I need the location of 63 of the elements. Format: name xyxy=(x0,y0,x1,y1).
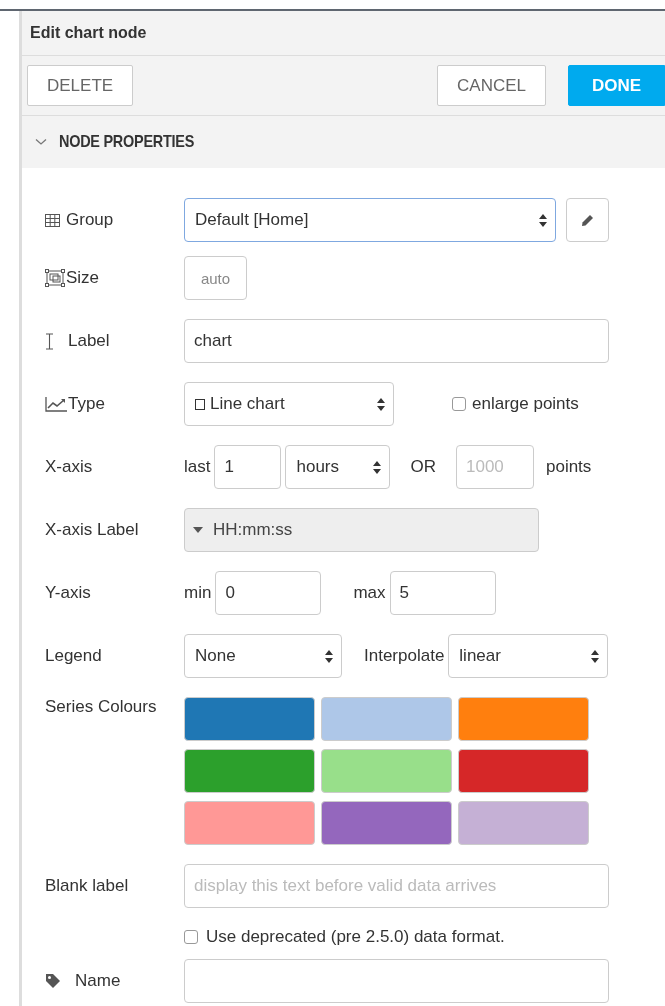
checkbox[interactable] xyxy=(452,397,466,411)
label-input[interactable]: chart xyxy=(184,319,609,363)
square-icon xyxy=(195,398,205,410)
field-label: Group xyxy=(66,210,114,230)
up-down-arrows-icon xyxy=(373,460,382,474)
colour-swatch[interactable] xyxy=(321,749,452,793)
max-input[interactable]: 5 xyxy=(389,571,496,615)
points-input[interactable]: 1000 xyxy=(455,445,534,489)
field-label: Series Colours xyxy=(45,697,157,717)
field-label: Legend xyxy=(45,646,102,666)
field-label: Label xyxy=(68,331,110,351)
checkbox-label: enlarge points xyxy=(472,394,579,414)
checkbox[interactable] xyxy=(184,930,198,944)
min-input[interactable]: 0 xyxy=(215,571,322,615)
field-label: max xyxy=(353,583,386,603)
colour-swatch[interactable] xyxy=(184,801,315,845)
up-down-arrows-icon xyxy=(377,397,385,411)
name-input[interactable] xyxy=(184,959,609,1003)
interpolate-select[interactable]: linear xyxy=(448,634,609,678)
colour-swatch[interactable] xyxy=(458,697,589,741)
tag-icon xyxy=(45,973,61,989)
dialog-title: Edit chart node xyxy=(30,24,147,42)
field-label: points xyxy=(545,457,592,477)
field-label: Interpolate xyxy=(364,646,445,666)
field-label: X-axis Label xyxy=(45,520,139,540)
field-label: Size xyxy=(66,268,100,288)
table-icon xyxy=(45,213,60,227)
field-label: X-axis xyxy=(45,457,93,477)
text-cursor-icon xyxy=(45,332,54,350)
up-down-arrows-icon xyxy=(539,213,547,227)
section-title[interactable]: NODE PROPERTIES xyxy=(59,132,195,152)
field-label: Name xyxy=(75,971,121,991)
field-label: last xyxy=(184,457,211,477)
field-label: Y-axis xyxy=(45,583,91,603)
colour-swatch[interactable] xyxy=(458,801,589,845)
unit-select[interactable]: hours xyxy=(285,445,391,489)
up-down-arrows-icon xyxy=(325,649,333,663)
delete-button[interactable]: DELETE xyxy=(27,65,134,106)
checkbox-label: Use deprecated (pre 2.5.0) data format. xyxy=(206,927,505,947)
pencil-icon xyxy=(581,213,594,227)
field-label: Blank label xyxy=(45,876,129,896)
blank-label-input[interactable]: display this text before valid data arrives xyxy=(184,864,609,908)
caret-icon xyxy=(193,527,203,533)
or-text: OR xyxy=(410,457,436,477)
colour-swatch[interactable] xyxy=(184,697,315,741)
legend-select[interactable]: None xyxy=(184,634,342,678)
colour-swatch[interactable] xyxy=(184,749,315,793)
field-label: Type xyxy=(68,394,105,414)
group-select[interactable]: Default [Home] xyxy=(184,198,556,242)
colour-swatch[interactable] xyxy=(321,697,452,741)
edit-button[interactable] xyxy=(566,198,609,242)
colour-swatch[interactable] xyxy=(321,801,452,845)
cancel-button[interactable]: CANCEL xyxy=(437,65,546,106)
type-select[interactable]: Line chart xyxy=(184,382,394,426)
line-chart-icon xyxy=(45,396,67,412)
colour-swatch[interactable] xyxy=(458,749,589,793)
size-button[interactable]: auto xyxy=(184,256,247,300)
field-label: min xyxy=(184,583,212,603)
duration-input[interactable]: 1 xyxy=(214,445,282,489)
up-down-arrows-icon xyxy=(591,649,600,663)
x-axis-label-dropdown[interactable]: HH:mm:ss xyxy=(184,508,539,552)
resize-icon xyxy=(45,269,65,287)
chevron-icon[interactable] xyxy=(35,138,47,146)
